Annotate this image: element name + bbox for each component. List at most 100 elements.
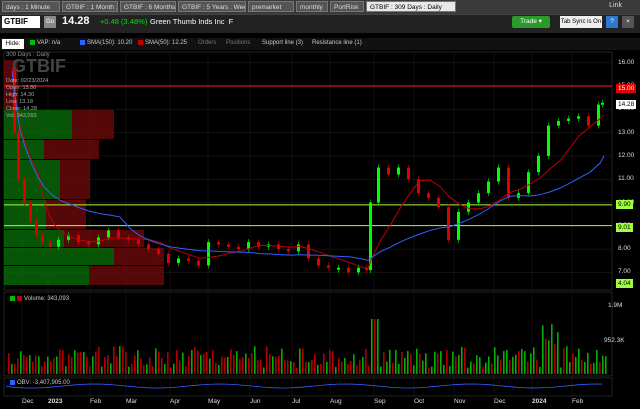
legend-sma50[interactable]: SMA(50): 12.25 (138, 40, 187, 46)
volume-bar (131, 363, 133, 374)
candle (537, 155, 540, 173)
candle (487, 181, 490, 194)
volume-bar (500, 359, 502, 374)
tab-0[interactable]: days : 1 Minute (2, 1, 60, 12)
legend-resistance[interactable]: Resistance line (1) (312, 40, 362, 46)
candle (217, 242, 220, 245)
volume-bar (347, 363, 349, 374)
volume-bar (125, 351, 127, 374)
tab-4[interactable]: premarket (248, 1, 294, 12)
legend-vap[interactable]: VAP: n/a (30, 40, 60, 46)
volume-bar (110, 363, 112, 374)
hide-button[interactable]: Hide: (2, 39, 24, 49)
volume-bar (428, 367, 430, 374)
volume-bar (446, 349, 448, 374)
volume-bar (281, 348, 283, 374)
tab-5[interactable]: monthly (296, 1, 328, 12)
volume-bar (503, 351, 505, 374)
volume-bar (134, 355, 136, 374)
volume-bar (11, 364, 13, 374)
volume-bar (128, 366, 130, 374)
date-tick-label: Jun (250, 398, 261, 405)
tab-sync-button[interactable]: Tab Sync is On (560, 16, 602, 28)
candle (597, 104, 600, 126)
volume-bar (209, 358, 211, 374)
vap-bar-up (4, 266, 89, 285)
volume-bar (335, 366, 337, 374)
volume-bar (599, 362, 601, 374)
vap-label: VAP: n/a (37, 40, 61, 47)
volume-bar (122, 346, 124, 374)
volume-bar (119, 346, 121, 374)
legend-positions[interactable]: Positions (226, 40, 250, 46)
date-tick-label: May (208, 398, 221, 405)
go-button[interactable]: Go (44, 16, 56, 28)
volume-bar (527, 361, 529, 374)
sma50-swatch (138, 40, 143, 45)
volume-bar (434, 351, 436, 374)
volume-bar (71, 357, 73, 374)
legend-support[interactable]: Support line (3) (262, 40, 303, 46)
candle (477, 193, 480, 203)
candle (117, 230, 120, 238)
tab-2[interactable]: GTBIF : 6 Months : Daily (120, 1, 176, 12)
candle (137, 239, 140, 245)
volume-bar (116, 356, 118, 374)
volume-bar (410, 354, 412, 374)
candle (467, 202, 470, 212)
volume-bar (293, 362, 295, 374)
support-price-badge-3: 4.04 (616, 279, 633, 288)
ohlc-open: Open: 13.80 (6, 85, 37, 91)
candle (527, 172, 530, 194)
volume-bar (53, 358, 55, 374)
tab-7[interactable]: GTBIF : 309 Days : Daily (366, 1, 456, 12)
volume-axis-top: 1.9M (608, 302, 623, 309)
sma150-swatch (80, 40, 85, 45)
price-chart[interactable] (0, 50, 640, 409)
support-price-badge-2: 9.01 (616, 223, 633, 232)
volume-bar (488, 356, 490, 374)
volume-bar (146, 364, 148, 374)
volume-bar (584, 361, 586, 374)
close-window-button[interactable]: × (622, 16, 634, 28)
tab-3[interactable]: GTBIF : 5 Years : Weekly (178, 1, 246, 12)
ohlc-date: Date: 02/23/2024 (6, 78, 49, 84)
legend-sma150[interactable]: SMA(150): 10.20 (80, 40, 132, 46)
date-tick-label: Sep (374, 398, 386, 405)
volume-bar (74, 350, 76, 374)
legend-orders[interactable]: Orders (198, 40, 216, 46)
volume-bar (224, 357, 226, 374)
volume-bar (554, 343, 556, 374)
volume-bar (491, 363, 493, 374)
candle (601, 102, 604, 105)
volume-bar (542, 325, 544, 374)
volume-bar (479, 357, 481, 374)
volume-bar (404, 357, 406, 374)
tab-6[interactable]: PortRisk (330, 1, 364, 12)
symbol-input[interactable]: GTBIF (2, 16, 40, 28)
volume-bar (521, 348, 523, 374)
volume-bar (563, 348, 565, 374)
volume-bar (257, 360, 259, 374)
help-button[interactable]: ? (606, 16, 618, 28)
volume-bar (362, 357, 364, 374)
volume-bar (8, 353, 10, 374)
volume-bar (431, 366, 433, 374)
volume-bar (440, 351, 442, 374)
candle (17, 132, 20, 180)
volume-bar (233, 354, 235, 374)
tab-1[interactable]: GTBIF : 1 Month : 5 Minute (62, 1, 118, 12)
candle (49, 242, 52, 247)
link-label[interactable]: Link (609, 2, 622, 9)
volume-bar (380, 366, 382, 374)
volume-bar (269, 354, 271, 374)
volume-bar (374, 319, 376, 374)
company-flag: F (228, 17, 234, 26)
volume-bar (62, 350, 64, 374)
volume-bar (548, 340, 550, 374)
volume-bar (308, 362, 310, 374)
candle (407, 167, 410, 180)
trade-button[interactable]: Trade ▾ (512, 16, 550, 28)
candle (497, 167, 500, 182)
volume-bar (140, 358, 142, 374)
